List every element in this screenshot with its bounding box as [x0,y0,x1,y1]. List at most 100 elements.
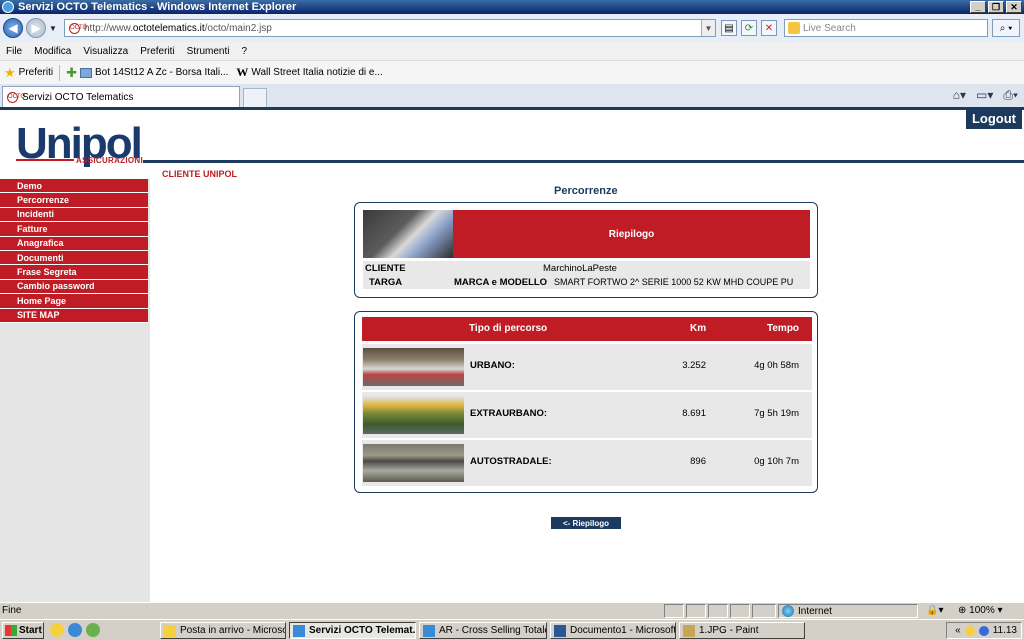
page-title: Percorrenze [554,185,618,197]
start-button[interactable]: Start [2,622,44,639]
url-field[interactable]: OCTO http://www. octotelematics.it/octo/m… [64,19,716,37]
sidebar-item-frase-segreta[interactable]: Frase Segreta [0,265,148,280]
favorite-label: Bot 14St12 A Zc - Borsa Itali... [95,67,229,78]
security-zone[interactable]: Internet [782,605,832,617]
ie-task-icon [423,624,435,637]
menu-strumenti[interactable]: Strumenti [187,46,230,57]
new-tab-button[interactable] [243,88,267,107]
task-ar-cross-selling[interactable]: AR - Cross Selling Totale ... [419,622,547,639]
zoom-control[interactable]: ⊕ 100% ▾ [958,605,1003,616]
trip-time: 0g 10h 7m [754,456,799,467]
sidebar-item-home-page[interactable]: Home Page [0,294,148,309]
zone-label: Internet [798,605,832,617]
back-to-summary-button[interactable]: <- Riepilogo [551,517,621,529]
network-tray-icon[interactable] [978,625,989,636]
status-panel [752,604,776,618]
trip-km: 3.252 [682,360,706,371]
home-icon[interactable]: ⌂▾ [953,88,966,103]
back-button[interactable]: ◀ [3,18,23,38]
menu-help[interactable]: ? [241,46,247,57]
trip-time: 7g 5h 19m [754,408,799,419]
stop-icon[interactable]: ✕ [761,20,777,36]
tab-octo[interactable]: OCTO Servizi OCTO Telematics [2,86,240,107]
outlook-icon [164,624,176,637]
url-prefix: http://www. [84,22,133,34]
clock[interactable]: 11.13 [993,625,1017,636]
feeds-icon[interactable]: ▭▾ [976,88,993,103]
site-favicon: OCTO [69,22,87,34]
favorites-star-icon[interactable]: ★ [4,65,16,81]
targa-key: TARGA [369,276,403,288]
ie-quicklaunch-icon[interactable] [68,623,82,637]
task-label: Posta in arrivo - Microsof... [180,625,285,636]
forward-button[interactable]: ▶ [26,18,46,38]
url-dropdown-icon[interactable]: ▼ [701,20,715,36]
ie-task-icon [293,624,305,637]
messenger-tray-icon[interactable] [964,625,975,636]
minimize-button[interactable]: _ [970,1,986,13]
close-button[interactable]: ✕ [1006,1,1022,13]
sidebar-item-cambio-password[interactable]: Cambio password [0,279,148,295]
logo-subtitle: ASSICURAZIONI [76,156,144,165]
status-panel [708,604,728,618]
header-line [143,160,1024,163]
window-title: Servizi OCTO Telematics - Windows Intern… [18,1,297,13]
search-button[interactable]: ⌕ ▾ [992,19,1020,37]
tray-expand-icon[interactable]: « [955,625,961,636]
logout-button[interactable]: Logout [966,107,1022,129]
task-label: Documento1 - Microsoft ... [570,625,676,636]
search-placeholder: Live Search [803,22,856,34]
url-path: /octo/main2.jsp [204,22,272,34]
sidebar-item-fatture[interactable]: Fatture [0,222,148,237]
messenger-icon[interactable] [50,623,64,637]
sidebar-item-anagrafica[interactable]: Anagrafica [0,236,148,251]
menu-preferiti[interactable]: Preferiti [140,46,174,57]
summary-header: Riepilogo [453,210,810,258]
menu-visualizza[interactable]: Visualizza [83,46,128,57]
restore-button[interactable]: ❐ [988,1,1004,13]
history-dropdown-icon[interactable]: ▼ [49,24,57,33]
col-type: Tipo di percorso [469,323,548,334]
menu-file[interactable]: File [6,46,22,57]
status-panel [730,604,750,618]
sidebar-item-demo[interactable]: Demo [0,179,148,194]
trip-km: 8.691 [682,408,706,419]
task-ie-octo[interactable]: Servizi OCTO Telemat... [289,622,416,639]
sidebar: Demo Percorrenze Incidenti Fatture Anagr… [0,179,150,602]
marca-value: SMART FORTWO 2^ SERIE 1000 52 KW MHD COU… [554,277,794,287]
top-line [0,107,1024,110]
favorite-link-wallstreet[interactable]: W Wall Street Italia notizie di e... [236,65,382,80]
trip-time: 4g 0h 58m [754,360,799,371]
favorite-label: Wall Street Italia notizie di e... [251,67,383,78]
tab-label: Servizi OCTO Telematics [22,91,134,103]
task-outlook[interactable]: Posta in arrivo - Microsof... [160,622,286,639]
favorite-link-borsa[interactable]: Bot 14St12 A Zc - Borsa Itali... [80,67,228,78]
cliente-value: MarchinoLaPeste [543,262,617,274]
refresh-icon[interactable]: ⟳ [741,20,757,36]
favorites-bar: ★ Preferiti ✚ Bot 14St12 A Zc - Borsa It… [0,60,1024,84]
add-favorite-icon[interactable]: ✚ [66,65,77,81]
favorites-button[interactable]: Preferiti [19,67,53,78]
print-icon[interactable]: ⎙▾ [1003,88,1018,103]
task-paint[interactable]: 1.JPG - Paint [679,622,805,639]
system-tray: « 11.13 [946,622,1022,639]
sidebar-item-incidenti[interactable]: Incidenti [0,207,148,223]
search-input[interactable]: Live Search [784,19,988,37]
task-label: 1.JPG - Paint [699,625,759,636]
trips-panel: Tipo di percorso Km Tempo URBANO: 3.252 … [354,311,818,493]
menu-modifica[interactable]: Modifica [34,46,71,57]
desktop-icon[interactable] [86,623,100,637]
highway-photo [363,444,464,482]
sidebar-item-percorrenze[interactable]: Percorrenze [0,193,148,208]
trips-header: Tipo di percorso Km Tempo [362,317,812,341]
sidebar-item-site-map[interactable]: SITE MAP [0,308,148,323]
protected-mode-icon[interactable]: 🔒▾ [926,605,943,616]
compatibility-icon[interactable]: ▤ [721,20,737,36]
task-word[interactable]: Documento1 - Microsoft ... [550,622,676,639]
trip-row-urbano: URBANO: 3.252 4g 0h 58m [362,344,812,390]
targa-row: TARGA MARCA e MODELLO SMART FORTWO 2^ SE… [363,275,810,289]
cliente-label: CLIENTE UNIPOL [162,169,238,179]
borsa-icon [80,67,93,78]
sidebar-item-documenti[interactable]: Documenti [0,250,148,266]
live-search-icon [788,22,800,34]
